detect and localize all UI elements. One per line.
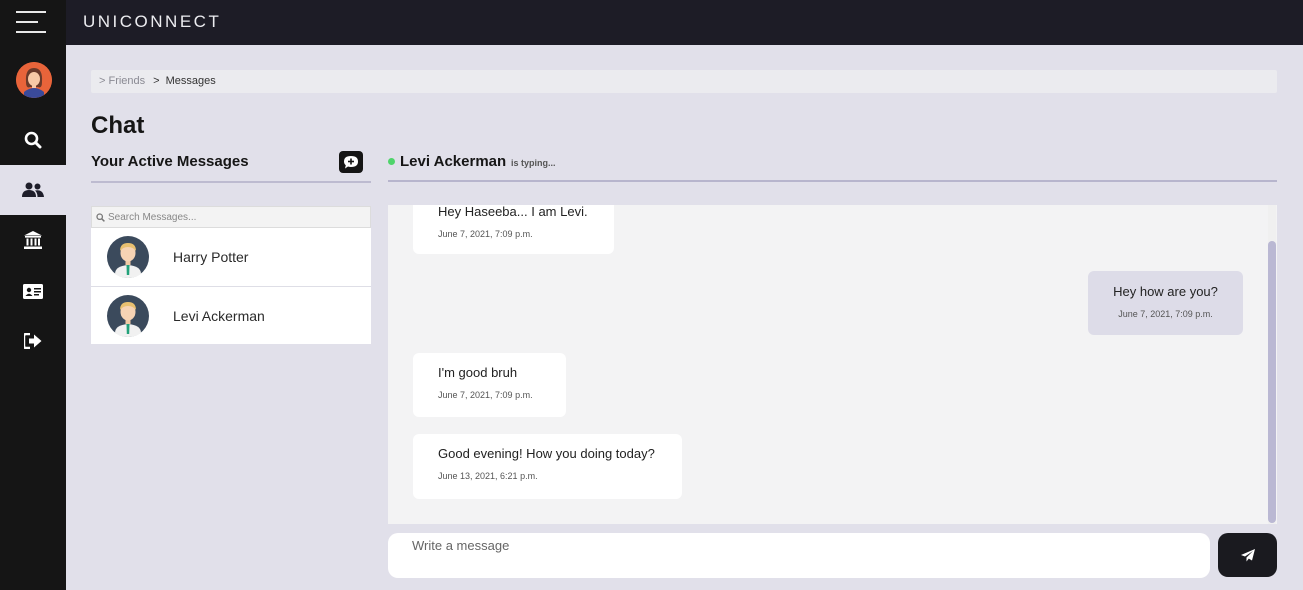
- sidebar: [0, 0, 66, 590]
- search-messages-box[interactable]: [91, 206, 371, 228]
- message-time: June 7, 2021, 7:09 p.m.: [438, 390, 533, 400]
- breadcrumb-friends[interactable]: > Friends: [99, 75, 145, 87]
- message-time: June 13, 2021, 6:21 p.m.: [438, 471, 538, 481]
- breadcrumb: > Friends > Messages: [91, 70, 1277, 93]
- page-title: Chat: [91, 112, 145, 139]
- message-composer[interactable]: [388, 533, 1210, 578]
- message-time: June 7, 2021, 7:09 p.m.: [1118, 309, 1213, 319]
- send-icon: [1240, 548, 1255, 561]
- chat-contact-name: Levi Ackerman: [400, 153, 507, 170]
- search-messages-input[interactable]: [108, 211, 358, 223]
- message-bubble-received: Good evening! How you doing today? June …: [413, 434, 682, 499]
- message-text: I'm good bruh: [438, 365, 518, 380]
- friend-name: Harry Potter: [173, 249, 249, 265]
- friend-item-levi-ackerman[interactable]: Levi Ackerman: [91, 286, 371, 344]
- send-button[interactable]: [1218, 533, 1277, 577]
- breadcrumb-separator: >: [153, 75, 160, 87]
- search-icon: [96, 212, 105, 222]
- users-icon: [22, 182, 44, 197]
- sidebar-item-search[interactable]: [0, 115, 66, 165]
- active-messages-title: Your Active Messages: [91, 153, 249, 170]
- sidebar-item-university[interactable]: [0, 215, 66, 265]
- message-text: Hey Haseeba... I am Levi.: [438, 205, 588, 219]
- id-card-icon: [23, 283, 43, 299]
- scrollbar-thumb[interactable]: [1268, 241, 1276, 523]
- message-bubble-sent: Hey how are you? June 7, 2021, 7:09 p.m.: [1088, 271, 1243, 335]
- logout-icon: [24, 333, 42, 349]
- active-messages-header: Your Active Messages: [91, 150, 371, 183]
- friend-name: Levi Ackerman: [173, 307, 265, 324]
- message-list[interactable]: Hey Haseeba... I am Levi. June 7, 2021, …: [388, 205, 1277, 524]
- message-bubble-received: I'm good bruh June 7, 2021, 7:09 p.m.: [413, 353, 566, 417]
- search-icon: [24, 131, 42, 149]
- menu-icon[interactable]: [16, 11, 46, 33]
- top-bar: UNICONNECT: [66, 0, 1303, 45]
- chat-plus-icon: [344, 155, 358, 168]
- message-bubble-received: Hey Haseeba... I am Levi. June 7, 2021, …: [413, 205, 614, 254]
- online-status-dot: [388, 158, 395, 165]
- chat-header: Levi Ackerman is typing...: [388, 150, 1277, 182]
- sidebar-item-logout[interactable]: [0, 316, 66, 366]
- sidebar-item-friends[interactable]: [0, 165, 66, 215]
- avatar: [107, 236, 149, 278]
- avatar: [107, 294, 149, 337]
- typing-indicator: is typing...: [511, 158, 556, 168]
- message-text: Hey how are you?: [1113, 284, 1218, 299]
- message-text: Good evening! How you doing today?: [438, 446, 655, 461]
- friend-item-harry-potter[interactable]: Harry Potter: [91, 228, 371, 286]
- user-avatar[interactable]: [16, 62, 52, 98]
- bank-icon: [24, 231, 42, 249]
- message-time: June 7, 2021, 7:09 p.m.: [438, 229, 533, 239]
- sidebar-item-profile[interactable]: [0, 266, 66, 316]
- new-message-button[interactable]: [339, 151, 363, 173]
- brand-title: UNICONNECT: [83, 12, 222, 31]
- breadcrumb-current: Messages: [165, 75, 216, 87]
- message-input[interactable]: [412, 538, 1192, 553]
